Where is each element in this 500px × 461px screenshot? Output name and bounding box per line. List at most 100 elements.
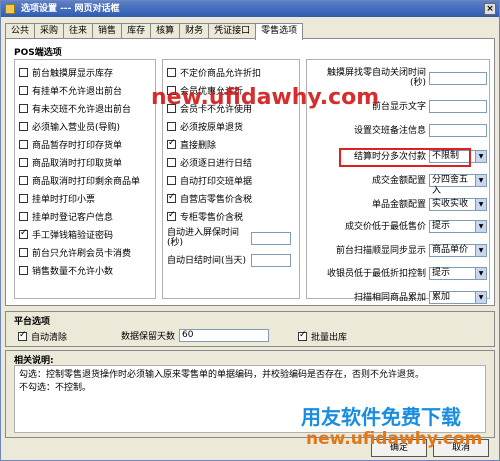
tab-2[interactable]: 往来: [63, 23, 94, 39]
option-label: 前台只允许刷会员卡消费: [32, 249, 132, 259]
option-row[interactable]: 前台触摸屏显示库存: [19, 66, 151, 79]
col3-field-row: 前台扫描顺显同步显示 商品单价 ▼: [311, 244, 487, 257]
watermark-top: new.ufidawhy.com: [151, 85, 380, 110]
option-checkbox[interactable]: [19, 228, 28, 239]
option-row[interactable]: 专柜零售价含税: [167, 210, 295, 223]
chevron-down-icon[interactable]: ▼: [475, 221, 486, 232]
col3-select[interactable]: 分四舍五入 ▼: [429, 174, 487, 196]
col3-field-label: 扫描相同商品累加: [353, 292, 426, 303]
option-checkbox[interactable]: [167, 210, 176, 221]
option-label: 有未交班不允许退出前台: [32, 105, 132, 115]
option-checkbox[interactable]: [167, 192, 176, 203]
col3-field-row: 设置交班备注信息: [311, 124, 487, 137]
option-checkbox[interactable]: [19, 212, 28, 221]
keep-days-input[interactable]: 60: [179, 329, 270, 342]
option-row[interactable]: 前台只允许刷会员卡消费: [19, 246, 151, 259]
platform-section-label: 平台选项: [14, 317, 51, 327]
option-row[interactable]: 必须输入营业员(导购): [19, 120, 151, 133]
option-checkbox[interactable]: [167, 176, 176, 185]
chevron-down-icon[interactable]: ▼: [475, 151, 486, 162]
col3-input[interactable]: [429, 100, 487, 113]
tab-1[interactable]: 采购: [34, 23, 65, 39]
col2-field-label: 自动日结时间(当天): [167, 255, 247, 266]
option-checkbox[interactable]: [19, 248, 28, 257]
tab-4[interactable]: 库存: [121, 23, 152, 39]
option-checkbox[interactable]: [19, 122, 28, 131]
chevron-down-icon[interactable]: ▼: [475, 175, 486, 186]
option-checkbox[interactable]: [19, 104, 28, 113]
option-row[interactable]: 商品暂存时打印存货单: [19, 138, 151, 151]
close-button[interactable]: ×: [484, 3, 496, 15]
col3-value: 商品单价: [432, 245, 469, 255]
option-row[interactable]: 有挂单不允许退出前台: [19, 84, 151, 97]
option-row[interactable]: 必须逐日进行日结: [167, 156, 295, 169]
option-label: 挂单时登记客户信息: [32, 213, 114, 223]
option-label: 必须按原单退货: [180, 123, 244, 133]
tab-7[interactable]: 凭证接口: [208, 23, 257, 39]
col3-select[interactable]: 提示 ▼: [429, 267, 487, 280]
col3-field-row: 扫描相同商品累加 累加 ▼: [311, 291, 487, 304]
col3-value: 实收实收: [432, 199, 469, 209]
tab-0[interactable]: 公共: [5, 23, 36, 39]
col3-field-row: 单品金额配置 实收实收 ▼: [311, 198, 487, 211]
option-label: 自动打印交班单据: [180, 177, 253, 187]
title-bar: 选项设置 --- 网页对话框 ×: [1, 1, 499, 17]
option-row[interactable]: 挂单时登记客户信息: [19, 210, 151, 223]
col3-select[interactable]: 累加 ▼: [429, 291, 487, 304]
option-checkbox[interactable]: [19, 86, 28, 95]
option-row[interactable]: 必须按原单退货: [167, 120, 295, 133]
option-checkbox[interactable]: [19, 176, 28, 185]
col3-select[interactable]: 商品单价 ▼: [429, 244, 487, 257]
option-row[interactable]: 自动打印交班单据: [167, 174, 295, 187]
option-checkbox[interactable]: [167, 158, 176, 167]
col3-input[interactable]: [429, 71, 487, 85]
option-label: 前台触摸屏显示库存: [32, 69, 114, 79]
auto-clear-checkbox[interactable]: [18, 330, 27, 341]
platform-section: 平台选项 自动清除 数据保留天数 60 批量出库: [5, 311, 495, 347]
option-checkbox[interactable]: [167, 68, 176, 77]
col2-field-input[interactable]: [251, 231, 291, 245]
option-checkbox[interactable]: [19, 158, 28, 167]
col2-field-row: 自动日结时间(当天): [167, 254, 295, 267]
option-label: 销售数量不允许小数: [32, 267, 114, 277]
option-row[interactable]: 商品取消时打印剩余商品单: [19, 174, 151, 187]
batch-out-checkbox[interactable]: [298, 330, 307, 341]
option-label: 不定价商品允许折扣: [180, 69, 262, 79]
option-checkbox[interactable]: [19, 266, 28, 275]
tab-3[interactable]: 销售: [92, 23, 123, 39]
tab-5[interactable]: 核算: [150, 23, 181, 39]
col3-select[interactable]: 实收实收 ▼: [429, 198, 487, 211]
col2-field-input[interactable]: [251, 254, 291, 267]
chevron-down-icon[interactable]: ▼: [475, 199, 486, 210]
option-row[interactable]: 直接删除: [167, 138, 295, 151]
option-row[interactable]: 手工弹钱箱验证密码: [19, 228, 151, 241]
option-row[interactable]: 自营店零售价含税: [167, 192, 295, 205]
chevron-down-icon[interactable]: ▼: [475, 245, 486, 256]
app-icon: [5, 4, 15, 14]
watermark-brand: 用友软件免费下载: [301, 405, 461, 429]
option-row[interactable]: 挂单时打印小票: [19, 192, 151, 205]
chevron-down-icon[interactable]: ▼: [475, 292, 486, 303]
chevron-down-icon[interactable]: ▼: [475, 268, 486, 279]
option-label: 商品取消时打印取货单: [32, 159, 123, 169]
col3-field-row: 收银员低于最低折扣控制 提示 ▼: [311, 267, 487, 280]
option-checkbox[interactable]: [19, 140, 28, 149]
tab-6[interactable]: 财务: [179, 23, 210, 39]
option-row[interactable]: 商品取消时打印取货单: [19, 156, 151, 169]
option-checkbox[interactable]: [19, 194, 28, 203]
dialog-window: 选项设置 --- 网页对话框 × 公共 采购 往来 销售 库存 核算 财务 凭证接口 零售选项 …: [0, 0, 500, 461]
option-checkbox[interactable]: [19, 68, 28, 77]
col3-input[interactable]: [429, 124, 487, 137]
option-label: 直接删除: [180, 141, 217, 151]
col3-field-row: 成交金额配置 分四舍五入 ▼: [311, 174, 487, 196]
option-checkbox[interactable]: [167, 138, 176, 149]
col3-select[interactable]: 提示 ▼: [429, 220, 487, 233]
option-label: 手工弹钱箱验证密码: [32, 231, 114, 241]
tab-8[interactable]: 零售选项: [255, 23, 304, 40]
col3-field-label: 单品金额配置: [371, 199, 426, 210]
option-row[interactable]: 有未交班不允许退出前台: [19, 102, 151, 115]
option-checkbox[interactable]: [167, 122, 176, 131]
retail-options-panel: POS端选项 前台触摸屏显示库存 有挂单不允许退出前台 有未交班不允许退出前台 必须输…: [5, 38, 495, 306]
option-row[interactable]: 销售数量不允许小数: [19, 264, 151, 277]
option-row[interactable]: 不定价商品允许折扣: [167, 66, 295, 79]
